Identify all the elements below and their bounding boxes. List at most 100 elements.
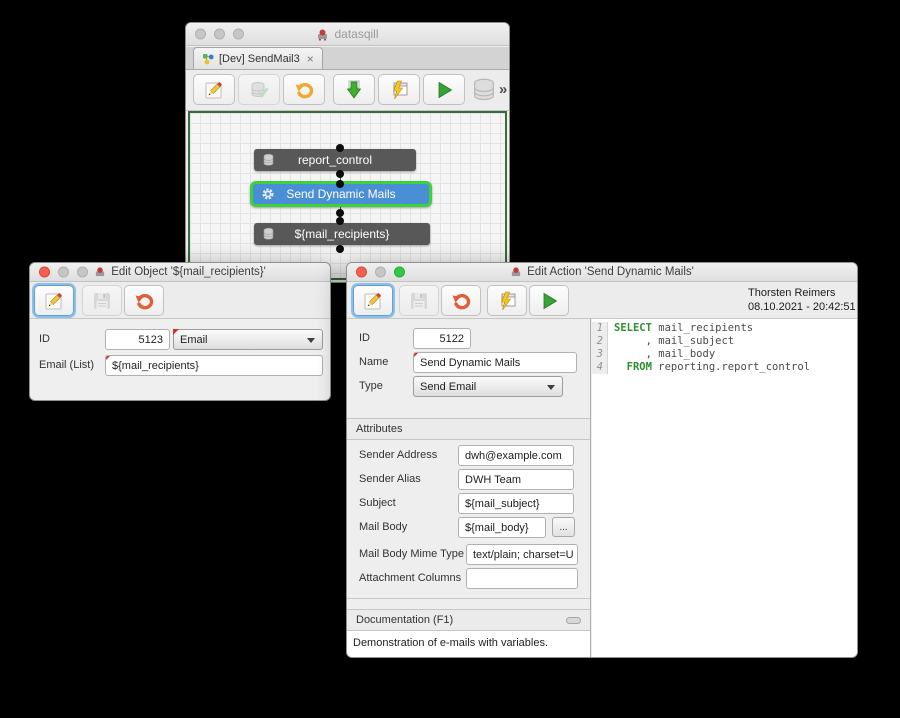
subject-label: Subject — [359, 493, 396, 513]
id-label: ID — [39, 329, 50, 349]
sql-code: , mail_body — [608, 348, 715, 361]
sql-line: 2 , mail_subject — [592, 335, 857, 348]
desktop: { "main_window": { "title": "datasqill",… — [0, 0, 900, 718]
node-report-control[interactable]: report_control — [254, 149, 416, 171]
node-mail-recipients[interactable]: ${mail_recipients} — [254, 223, 430, 245]
connector-dot — [336, 144, 344, 152]
window-title: datasqill — [316, 27, 378, 41]
pencil-icon — [203, 79, 225, 101]
name-input[interactable]: Send Dynamic Mails — [413, 352, 577, 373]
undo-button[interactable] — [441, 285, 481, 316]
table-icon — [262, 153, 275, 167]
run-button[interactable] — [423, 74, 465, 105]
main-titlebar[interactable]: datasqill — [186, 23, 509, 46]
toolbar-overflow-button[interactable]: » — [499, 81, 507, 98]
connector-dot — [336, 217, 344, 225]
attributes-header-label: Attributes — [356, 423, 402, 435]
window-title: Edit Action 'Send Dynamic Mails' — [510, 266, 694, 278]
undo-icon — [450, 290, 472, 312]
node-label: ${mail_recipients} — [295, 227, 390, 241]
edit-action-toolbar: Thorsten Reimers 08.10.2021 - 20:42:51 — [347, 282, 857, 319]
tab-bar: [Dev] SendMail3 × — [186, 47, 509, 70]
sql-keyword: SELECT — [614, 322, 652, 334]
close-button[interactable] — [195, 29, 206, 40]
main-window: datasqill [Dev] SendMail3 × — [185, 22, 510, 283]
edit-button[interactable] — [193, 74, 235, 105]
minimize-button[interactable] — [214, 29, 225, 40]
documentation-text-area[interactable]: Demonstration of e-mails with variables. — [347, 631, 590, 657]
attachment-columns-input[interactable] — [466, 568, 578, 589]
maximize-button[interactable] — [77, 267, 88, 278]
action-type-dropdown[interactable]: Send Email — [413, 376, 563, 397]
window-title: Edit Object '${mail_recipients}' — [94, 266, 266, 278]
edit-action-title-text: Edit Action 'Send Dynamic Mails' — [527, 266, 694, 278]
execute-script-button[interactable] — [378, 74, 420, 105]
tab-close-icon[interactable]: × — [307, 52, 314, 66]
line-number: 2 — [592, 335, 608, 348]
edit-action-titlebar[interactable]: Edit Action 'Send Dynamic Mails' — [347, 263, 857, 282]
minimize-button[interactable] — [58, 267, 69, 278]
save-button[interactable] — [82, 285, 122, 316]
mail-body-input[interactable]: ${mail_body} — [458, 517, 546, 538]
mime-type-label: Mail Body Mime Type — [359, 544, 464, 564]
section-divider — [347, 598, 590, 599]
line-number: 4 — [592, 361, 608, 374]
play-icon — [538, 290, 560, 312]
mime-type-input[interactable]: text/plain; charset=U — [466, 544, 578, 565]
play-icon — [433, 79, 455, 101]
execute-script-button[interactable] — [487, 285, 527, 316]
user-info: Thorsten Reimers 08.10.2021 - 20:42:51 — [748, 286, 856, 314]
save-button[interactable] — [399, 285, 439, 316]
sender-address-label: Sender Address — [359, 445, 437, 465]
tab-dev-sendmail3[interactable]: [Dev] SendMail3 × — [193, 47, 323, 69]
connector-dot — [336, 170, 344, 178]
subject-input[interactable]: ${mail_subject} — [458, 493, 574, 514]
lightning-window-icon — [388, 79, 410, 101]
undo-icon — [133, 290, 155, 312]
workflow-canvas[interactable]: report_control Send Dynamic Mails ${mail… — [188, 111, 507, 280]
name-label: Name — [359, 352, 388, 372]
sql-editor[interactable]: 1 SELECT mail_recipients 2 , mail_subjec… — [592, 319, 857, 657]
undo-button[interactable] — [283, 74, 325, 105]
database-icon — [469, 76, 499, 104]
edit-button[interactable] — [353, 285, 393, 316]
id-input[interactable]: 5122 — [413, 328, 471, 349]
line-number: 3 — [592, 348, 608, 361]
close-button[interactable] — [356, 267, 367, 278]
sql-code: SELECT mail_recipients — [608, 322, 753, 335]
pencil-icon — [43, 290, 65, 312]
minimize-button[interactable] — [375, 267, 386, 278]
run-button[interactable] — [529, 285, 569, 316]
email-list-input[interactable]: ${mail_recipients} — [105, 355, 323, 376]
mail-body-more-button[interactable]: ... — [552, 517, 575, 537]
traffic-lights — [356, 267, 405, 278]
database-button[interactable] — [469, 76, 499, 104]
close-button[interactable] — [39, 267, 50, 278]
sql-line: 3 , mail_body — [592, 348, 857, 361]
undo-button[interactable] — [124, 285, 164, 316]
sender-alias-input[interactable]: DWH Team — [458, 469, 574, 490]
mail-body-label: Mail Body — [359, 517, 407, 537]
edit-button[interactable] — [34, 285, 74, 316]
deploy-button[interactable] — [333, 74, 375, 105]
edit-object-titlebar[interactable]: Edit Object '${mail_recipients}' — [30, 263, 330, 282]
connector-dot — [336, 209, 344, 217]
connector-dot — [336, 180, 344, 188]
save-button[interactable] — [238, 74, 280, 105]
sql-line: 4 FROM reporting.report_control — [592, 361, 857, 374]
sender-address-input[interactable]: dwh@example.com — [458, 445, 574, 466]
traffic-lights — [39, 267, 88, 278]
app-logo-icon — [510, 266, 522, 278]
documentation-text: Demonstration of e-mails with variables. — [353, 637, 548, 649]
undo-icon — [293, 79, 315, 101]
type-label: Type — [359, 376, 383, 396]
sql-code: , mail_subject — [608, 335, 734, 348]
collapse-toggle[interactable] — [566, 617, 581, 624]
id-input[interactable]: 5123 — [105, 329, 170, 350]
edit-object-toolbar — [30, 282, 330, 319]
maximize-button[interactable] — [394, 267, 405, 278]
edit-action-window: Edit Action 'Send Dynamic Mails' — [346, 262, 858, 658]
maximize-button[interactable] — [233, 29, 244, 40]
object-type-dropdown[interactable]: Email — [173, 329, 323, 350]
floppy-disk-icon — [91, 290, 113, 312]
